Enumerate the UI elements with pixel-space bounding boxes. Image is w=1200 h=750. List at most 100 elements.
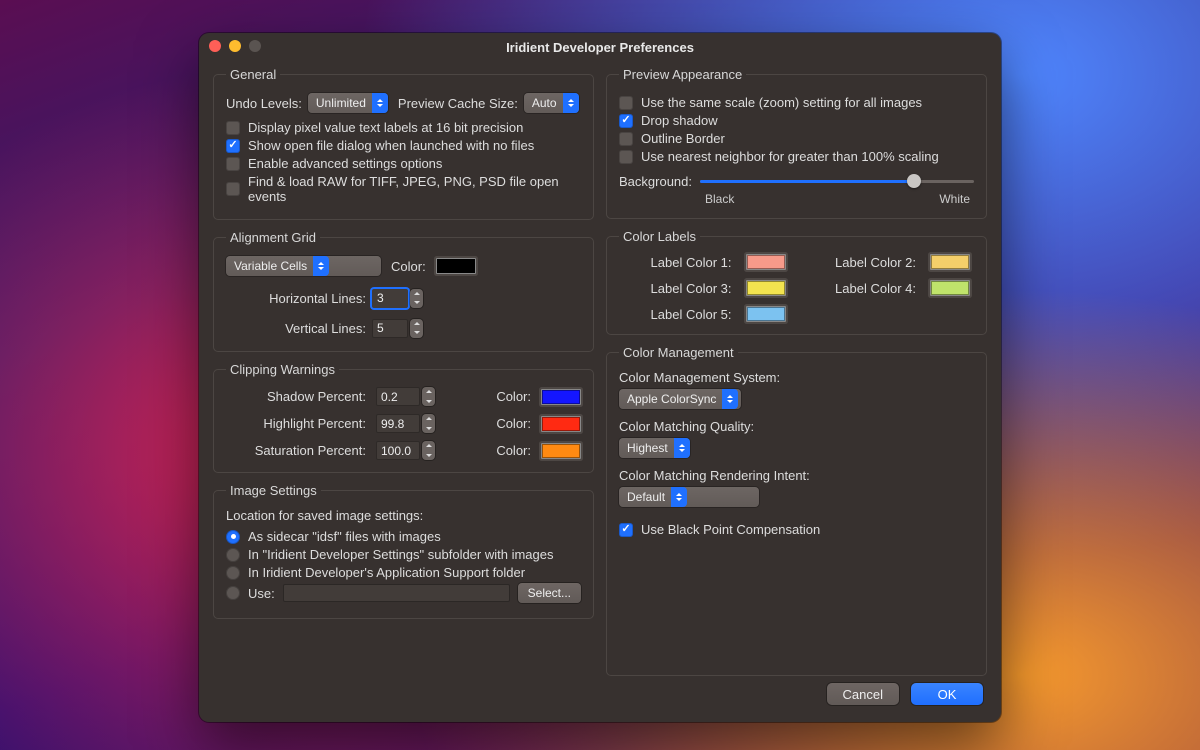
cancel-button[interactable]: Cancel: [827, 683, 899, 705]
image-settings-group: Image Settings Location for saved image …: [213, 483, 594, 619]
label-color-4-label: Label Color 4:: [804, 281, 917, 296]
hlines-field[interactable]: 3: [372, 289, 423, 308]
dialog-footer: Cancel OK: [199, 676, 1001, 722]
find-load-raw-label: Find & load RAW for TIFF, JPEG, PNG, PSD…: [248, 174, 581, 204]
preview-legend: Preview Appearance: [619, 67, 746, 82]
drop-shadow-checkbox[interactable]: [619, 114, 633, 128]
highlight-stepper[interactable]: [422, 414, 435, 433]
slider-min-label: Black: [705, 192, 734, 206]
saturation-color-swatch[interactable]: [541, 443, 581, 459]
chevron-updown-icon: [722, 389, 738, 409]
drop-shadow-label: Drop shadow: [641, 113, 718, 128]
shadow-color-swatch[interactable]: [541, 389, 581, 405]
show-open-dialog-label: Show open file dialog when launched with…: [248, 138, 534, 153]
chevron-updown-icon: [671, 487, 687, 507]
cm-intent-label: Color Matching Rendering Intent:: [619, 468, 974, 483]
location-sidecar-radio[interactable]: [226, 530, 240, 544]
saturation-percent-label: Saturation Percent:: [226, 443, 366, 458]
cm-system-value: Apple ColorSync: [627, 392, 716, 406]
select-button[interactable]: Select...: [518, 583, 581, 603]
highlight-percent-field[interactable]: 99.8: [376, 414, 481, 433]
background-slider[interactable]: [700, 171, 974, 191]
cm-system-label: Color Management System:: [619, 370, 974, 385]
shadow-percent-value: 0.2: [376, 387, 420, 406]
shadow-stepper[interactable]: [422, 387, 435, 406]
location-custom-path-field[interactable]: [283, 584, 510, 602]
saturation-percent-field[interactable]: 100.0: [376, 441, 481, 460]
cm-intent-value: Default: [627, 490, 665, 504]
undo-levels-label: Undo Levels:: [226, 96, 302, 111]
label-color-3-label: Label Color 3:: [619, 281, 732, 296]
vlines-label: Vertical Lines:: [226, 321, 366, 336]
black-point-checkbox[interactable]: [619, 523, 633, 537]
undo-levels-popup[interactable]: Unlimited: [308, 93, 388, 113]
hlines-label: Horizontal Lines:: [226, 291, 366, 306]
label-color-4-swatch[interactable]: [930, 280, 970, 296]
location-subfolder-radio[interactable]: [226, 548, 240, 562]
label-color-2-label: Label Color 2:: [804, 255, 917, 270]
chevron-updown-icon: [563, 93, 579, 113]
pixel-precision-checkbox[interactable]: [226, 121, 240, 135]
nearest-neighbor-checkbox[interactable]: [619, 150, 633, 164]
close-icon[interactable]: [209, 40, 221, 52]
black-point-label: Use Black Point Compensation: [641, 522, 820, 537]
label-color-3-swatch[interactable]: [746, 280, 786, 296]
vlines-field[interactable]: 5: [372, 319, 423, 338]
label-color-1-swatch[interactable]: [746, 254, 786, 270]
saturation-stepper[interactable]: [422, 441, 435, 460]
zoom-icon[interactable]: [249, 40, 261, 52]
slider-max-label: White: [939, 192, 970, 206]
find-load-raw-checkbox[interactable]: [226, 182, 240, 196]
general-legend: General: [226, 67, 280, 82]
hlines-stepper[interactable]: [410, 289, 423, 308]
location-custom-label: Use:: [248, 586, 275, 601]
grid-color-swatch[interactable]: [436, 258, 476, 274]
location-sidecar-label: As sidecar "idsf" files with images: [248, 529, 441, 544]
pixel-precision-label: Display pixel value text labels at 16 bi…: [248, 120, 523, 135]
image-settings-legend: Image Settings: [226, 483, 321, 498]
location-custom-radio[interactable]: [226, 586, 240, 600]
cm-system-popup[interactable]: Apple ColorSync: [619, 389, 741, 409]
slider-knob-icon[interactable]: [907, 174, 921, 188]
grid-color-label: Color:: [391, 259, 426, 274]
label-color-1-label: Label Color 1:: [619, 255, 732, 270]
show-open-dialog-checkbox[interactable]: [226, 139, 240, 153]
vlines-stepper[interactable]: [410, 319, 423, 338]
preferences-window: Iridient Developer Preferences General U…: [199, 33, 1001, 722]
highlight-color-swatch[interactable]: [541, 416, 581, 432]
grid-type-popup[interactable]: Variable Cells: [226, 256, 381, 276]
background-label: Background:: [619, 174, 692, 189]
undo-levels-value: Unlimited: [316, 96, 366, 110]
label-color-5-swatch[interactable]: [746, 306, 786, 322]
alignment-grid-group: Alignment Grid Variable Cells Color: Hor…: [213, 230, 594, 352]
cache-size-popup[interactable]: Auto: [524, 93, 579, 113]
clipping-group: Clipping Warnings Shadow Percent: 0.2 Co…: [213, 362, 594, 473]
cm-quality-popup[interactable]: Highest: [619, 438, 690, 458]
alignment-legend: Alignment Grid: [226, 230, 320, 245]
outline-border-label: Outline Border: [641, 131, 725, 146]
highlight-color-label: Color:: [491, 416, 531, 431]
location-appsupport-label: In Iridient Developer's Application Supp…: [248, 565, 525, 580]
same-scale-checkbox[interactable]: [619, 96, 633, 110]
same-scale-label: Use the same scale (zoom) setting for al…: [641, 95, 922, 110]
vlines-value: 5: [372, 319, 408, 338]
minimize-icon[interactable]: [229, 40, 241, 52]
cm-quality-label: Color Matching Quality:: [619, 419, 974, 434]
location-appsupport-radio[interactable]: [226, 566, 240, 580]
color-management-group: Color Management Color Management System…: [606, 345, 987, 676]
shadow-percent-label: Shadow Percent:: [226, 389, 366, 404]
ok-button[interactable]: OK: [911, 683, 983, 705]
window-controls: [209, 40, 261, 52]
advanced-settings-checkbox[interactable]: [226, 157, 240, 171]
titlebar: Iridient Developer Preferences: [199, 33, 1001, 61]
shadow-percent-field[interactable]: 0.2: [376, 387, 481, 406]
color-labels-legend: Color Labels: [619, 229, 700, 244]
location-label: Location for saved image settings:: [226, 508, 581, 523]
clipping-legend: Clipping Warnings: [226, 362, 339, 377]
outline-border-checkbox[interactable]: [619, 132, 633, 146]
cm-intent-popup[interactable]: Default: [619, 487, 759, 507]
label-color-2-swatch[interactable]: [930, 254, 970, 270]
cache-size-label: Preview Cache Size:: [398, 96, 518, 111]
preview-appearance-group: Preview Appearance Use the same scale (z…: [606, 67, 987, 219]
grid-type-value: Variable Cells: [234, 259, 307, 273]
